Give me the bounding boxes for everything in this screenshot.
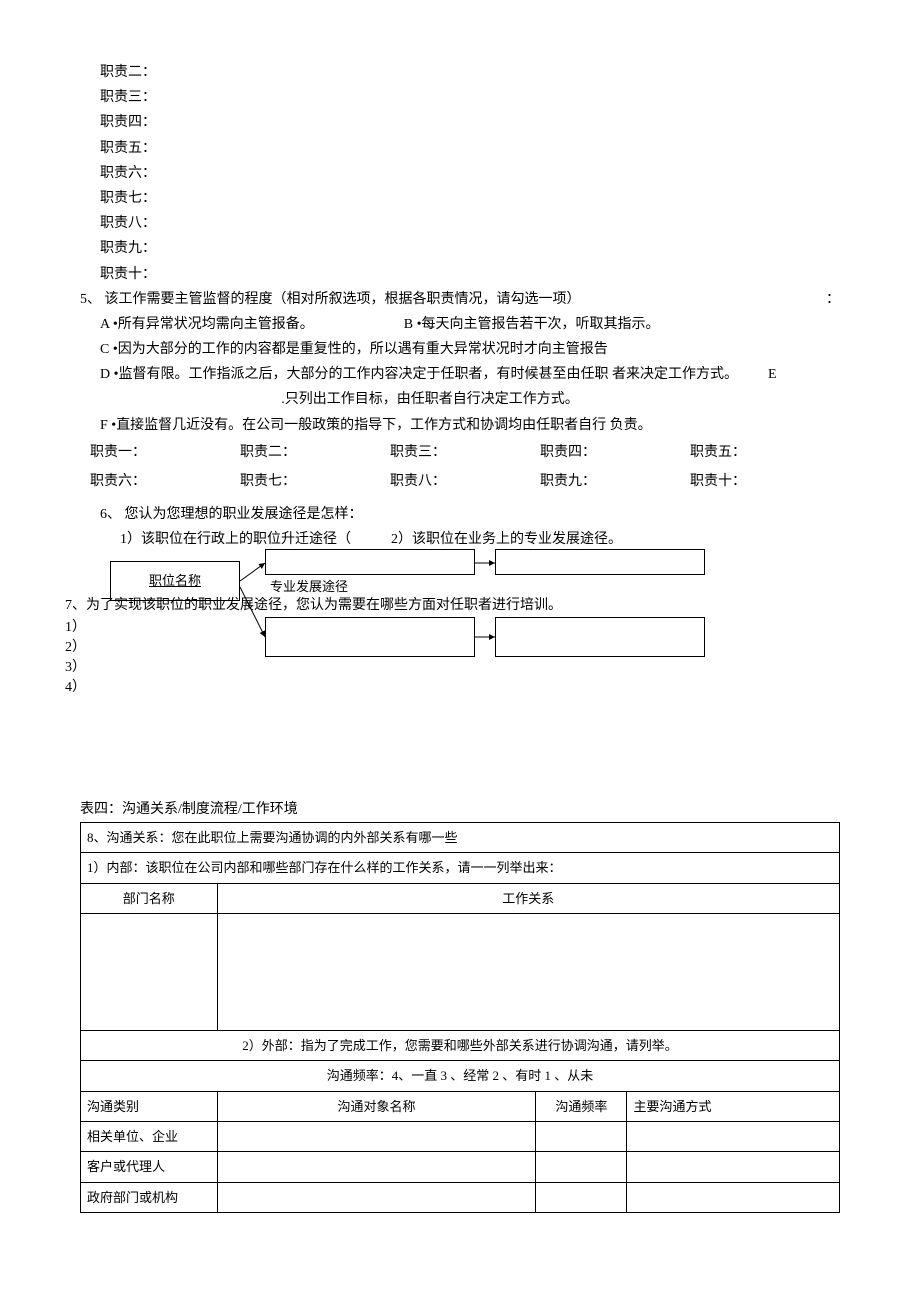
box-promo-1 [265, 549, 475, 575]
grid-d7: 职责七： [240, 467, 390, 496]
q6-head: 6、 您认为您理想的职业发展途径是怎样： [100, 502, 840, 527]
cell[interactable] [627, 1122, 840, 1152]
cell[interactable] [536, 1182, 627, 1212]
duty-5: 职责五： [100, 136, 840, 161]
duty-4: 职责四： [100, 110, 840, 135]
duty-10: 职责十： [100, 262, 840, 287]
grid-d5: 职责五： [690, 438, 840, 467]
comm-table: 8、沟通关系：您在此职位上需要沟通协调的内外部关系有哪一些 1）内部：该职位在公… [80, 822, 840, 1214]
grid-d8: 职责八： [390, 467, 540, 496]
grid-d10: 职责十： [690, 467, 840, 496]
grid-d3: 职责三： [390, 438, 540, 467]
col-type: 沟通类别 [81, 1091, 218, 1121]
row-client: 客户或代理人 [81, 1152, 218, 1182]
q5-head: 5、 该工作需要主管监督的程度（相对所叙选项，根据各职责情况，请勾选一项） [80, 287, 581, 312]
dept-cell[interactable] [81, 913, 218, 1030]
col-dept: 部门名称 [81, 883, 218, 913]
row-gov: 政府部门或机构 [81, 1182, 218, 1212]
cell[interactable] [536, 1152, 627, 1182]
q5-f: F •直接监督几近没有。在公司一般政策的指导下，工作方式和协调均由任职者自行 负… [100, 413, 840, 438]
external-head: 2）外部：指为了完成工作，您需要和哪些外部关系进行协调沟通，请列举。 [81, 1030, 840, 1060]
rel-cell[interactable] [217, 913, 839, 1030]
col-freq: 沟通频率 [536, 1091, 627, 1121]
q7-head: 7、为了实现该职位的职业发展途径，您认为需要在哪些方面对任职者进行培训。 [65, 593, 562, 618]
grid-d9: 职责九： [540, 467, 690, 496]
cell[interactable] [217, 1152, 536, 1182]
duty-2: 职责二： [100, 60, 840, 85]
duty-9: 职责九： [100, 236, 840, 261]
col-rel: 工作关系 [217, 883, 839, 913]
table4-title: 表四：沟通关系/制度流程/工作环境 [80, 797, 840, 822]
q5-e: E [768, 362, 777, 387]
duty-8: 职责八： [100, 211, 840, 236]
row-unit: 相关单位、企业 [81, 1122, 218, 1152]
box-promo-2 [495, 549, 705, 575]
q5-d: D •监督有限。工作指派之后，大部分的工作内容决定于任职者，有时候甚至由任职 者… [100, 362, 738, 387]
q7-4: 4） [65, 675, 86, 700]
grid-d4: 职责四： [540, 438, 690, 467]
box-prof-2 [495, 617, 705, 657]
cell[interactable] [627, 1182, 840, 1212]
box-prof-1 [265, 617, 475, 657]
q5-colon: ： [826, 287, 840, 312]
col-target: 沟通对象名称 [217, 1091, 536, 1121]
grid-d2: 职责二： [240, 438, 390, 467]
freq-note: 沟通频率：4、一直 3 、经常 2 、有时 1 、从未 [81, 1061, 840, 1091]
cell[interactable] [536, 1122, 627, 1152]
career-diagram: 职位升迁途径 专业发展途径 职位名称 7、为了实现该职位的职业发展途径，您认为需… [80, 557, 840, 677]
duty-7: 职责七： [100, 186, 840, 211]
internal-head: 1）内部：该职位在公司内部和哪些部门存在什么样的工作关系，请一一列举出来： [81, 853, 840, 883]
cell[interactable] [217, 1182, 536, 1212]
col-method: 主要沟通方式 [627, 1091, 840, 1121]
q8: 8、沟通关系：您在此职位上需要沟通协调的内外部关系有哪一些 [81, 822, 840, 852]
q5-b: B •每天向主管报告若干次，听取其指示。 [404, 312, 660, 337]
duties-grid: 职责一： 职责二： 职责三： 职责四： 职责五： 职责六： 职责七： 职责八： … [90, 438, 840, 496]
duty-3: 职责三： [100, 85, 840, 110]
cell[interactable] [627, 1152, 840, 1182]
grid-d1: 职责一： [90, 438, 240, 467]
q5-e2: .只列出工作目标，由任职者自行决定工作方式。 [20, 387, 840, 412]
q5-a: A •所有异常状况均需向主管报备。 [100, 312, 314, 337]
cell[interactable] [217, 1122, 536, 1152]
duty-6: 职责六： [100, 161, 840, 186]
q5-c: C •因为大部分的工作的内容都是重复性的，所以遇有重大异常状况时才向主管报告 [100, 337, 840, 362]
grid-d6: 职责六： [90, 467, 240, 496]
